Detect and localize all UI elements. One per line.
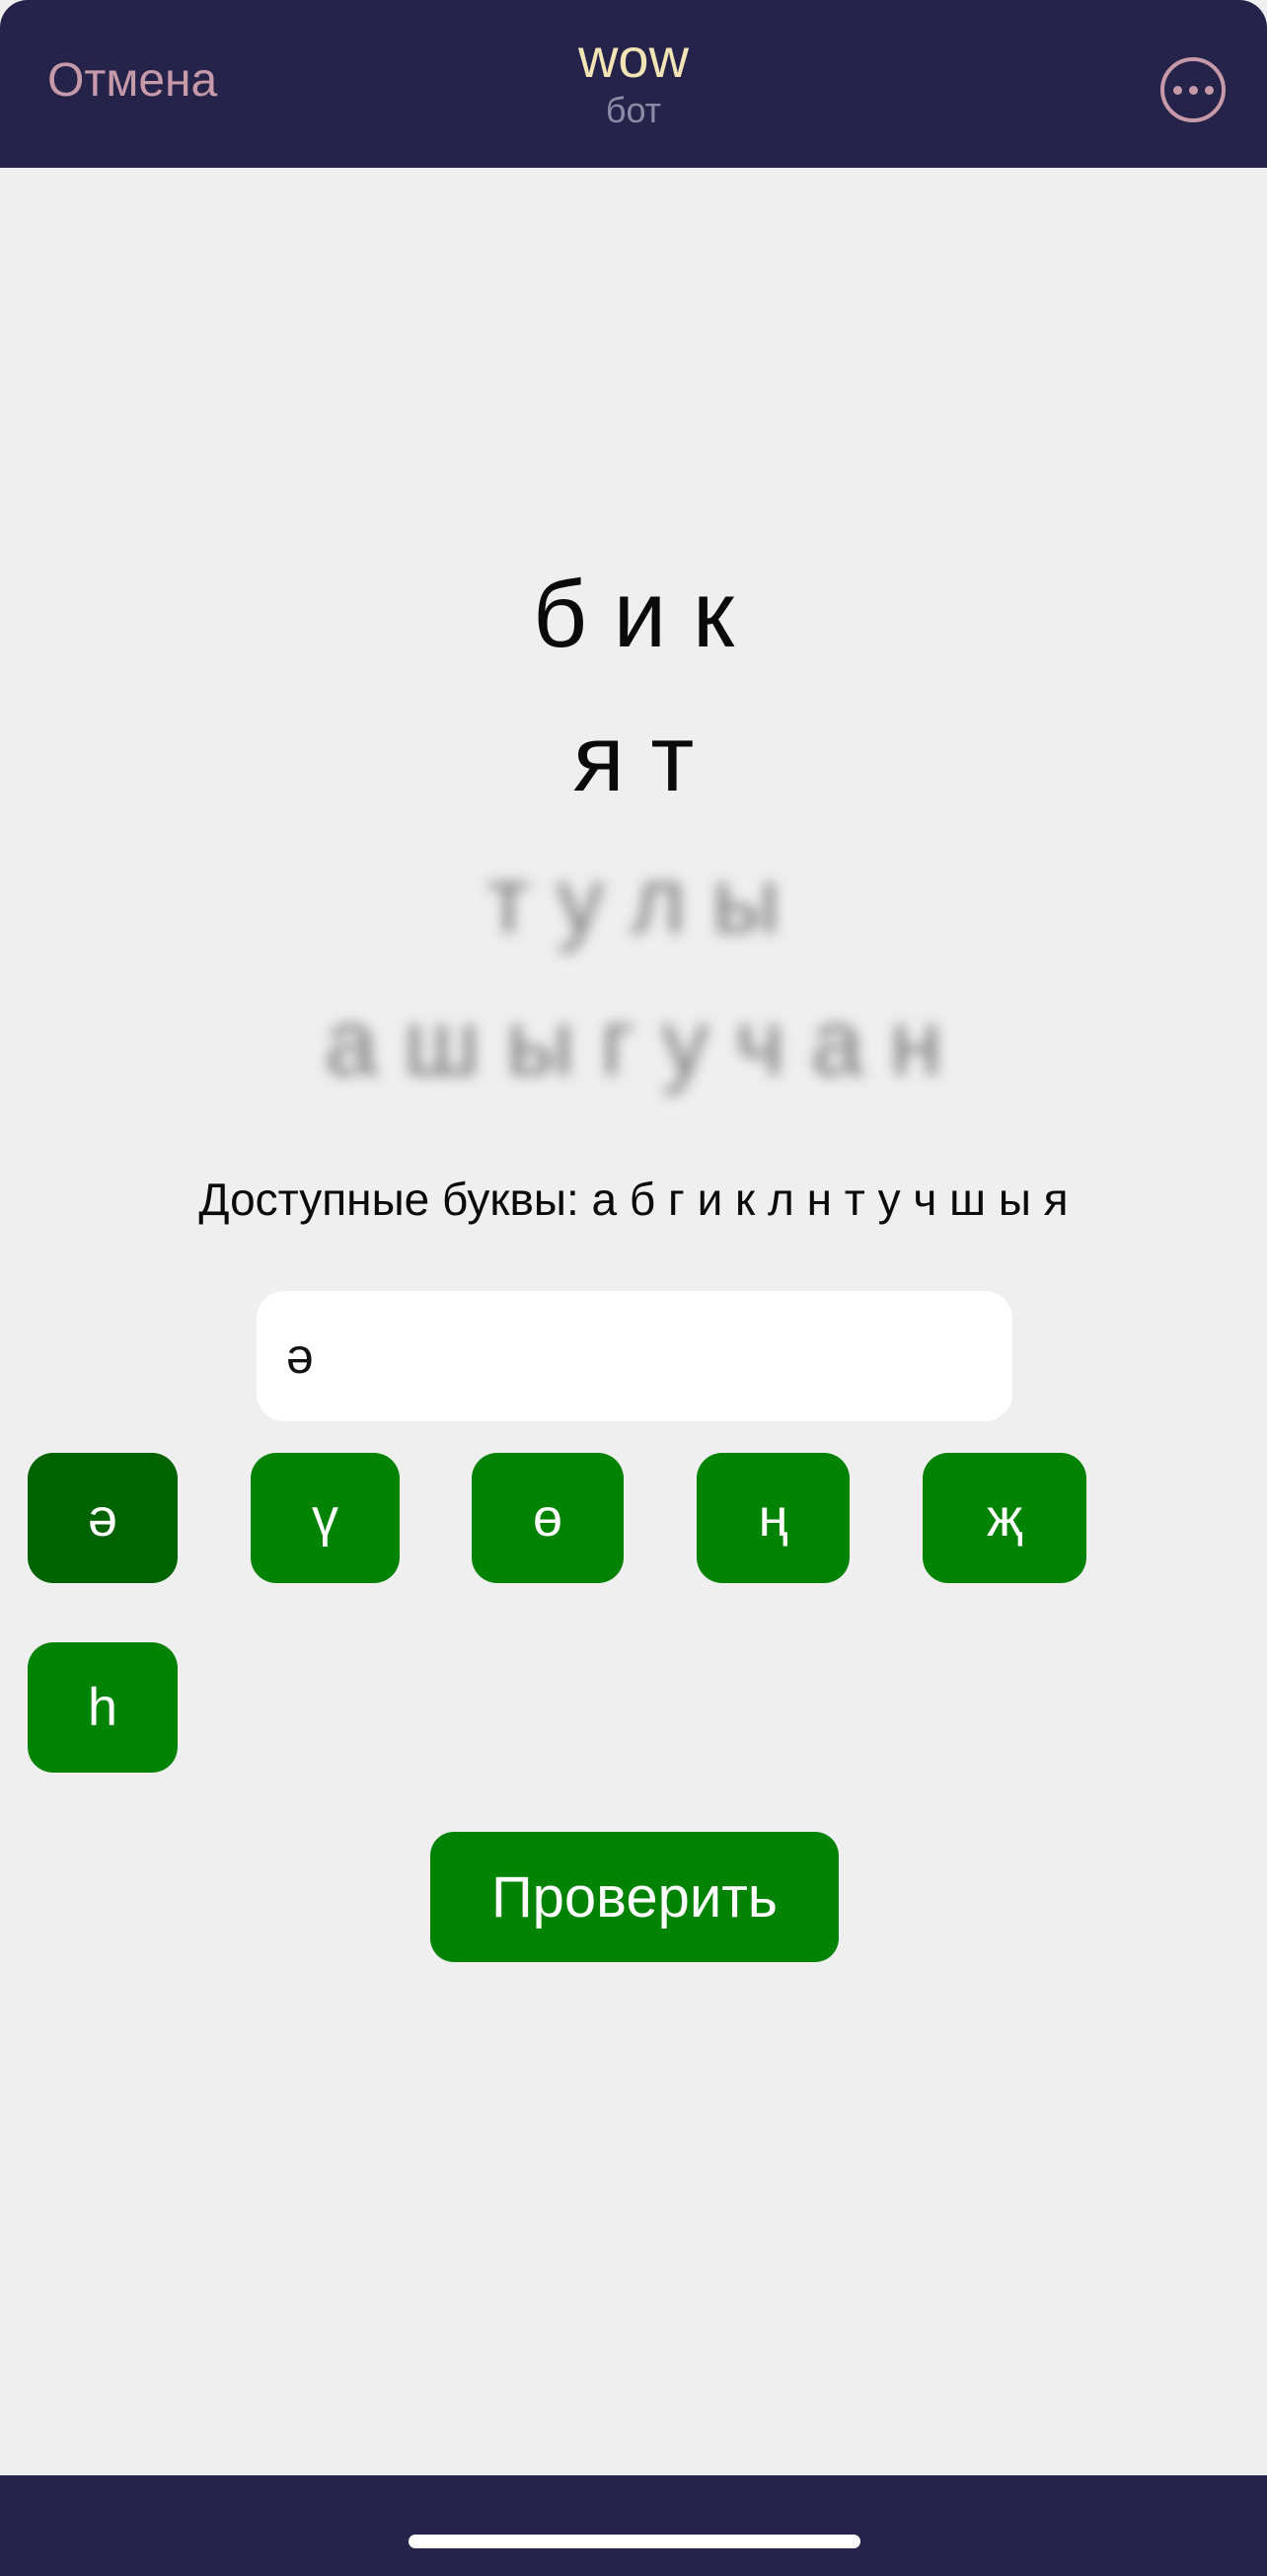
- more-horizontal-icon: [1204, 85, 1214, 95]
- word-line-4-hidden: а ш ы г у ч а н: [325, 990, 942, 1096]
- key-shha[interactable]: һ: [28, 1642, 178, 1773]
- header-title: wow: [577, 27, 690, 89]
- more-horizontal-icon: [1172, 85, 1182, 95]
- word-line-1: б и к: [533, 562, 734, 667]
- header-bar: Отмена wow бот: [0, 0, 1267, 168]
- word-line-2: я т: [572, 706, 695, 811]
- home-indicator[interactable]: [409, 2535, 860, 2548]
- check-button[interactable]: Проверить: [430, 1832, 839, 1962]
- key-zhe-descender[interactable]: җ: [923, 1453, 1086, 1583]
- key-barred-o[interactable]: ө: [472, 1453, 624, 1583]
- more-horizontal-icon: [1188, 85, 1198, 95]
- key-straight-u[interactable]: ү: [251, 1453, 400, 1583]
- more-options-button[interactable]: [1160, 57, 1226, 122]
- key-schwa[interactable]: ә: [28, 1453, 178, 1583]
- available-letters: Доступные буквы: а б г и к л н т у ч ш ы…: [198, 1174, 1069, 1225]
- screen: Отмена wow бот б и к я т т у л ы а ш ы г…: [0, 0, 1267, 2576]
- key-en-descender[interactable]: ң: [697, 1453, 850, 1583]
- answer-input[interactable]: ә: [257, 1291, 1012, 1421]
- bottom-bar: [0, 2475, 1267, 2576]
- header-title-group: wow бот: [0, 26, 1267, 130]
- header-subtitle: бот: [605, 90, 662, 130]
- word-line-3-hidden: т у л ы: [486, 848, 781, 953]
